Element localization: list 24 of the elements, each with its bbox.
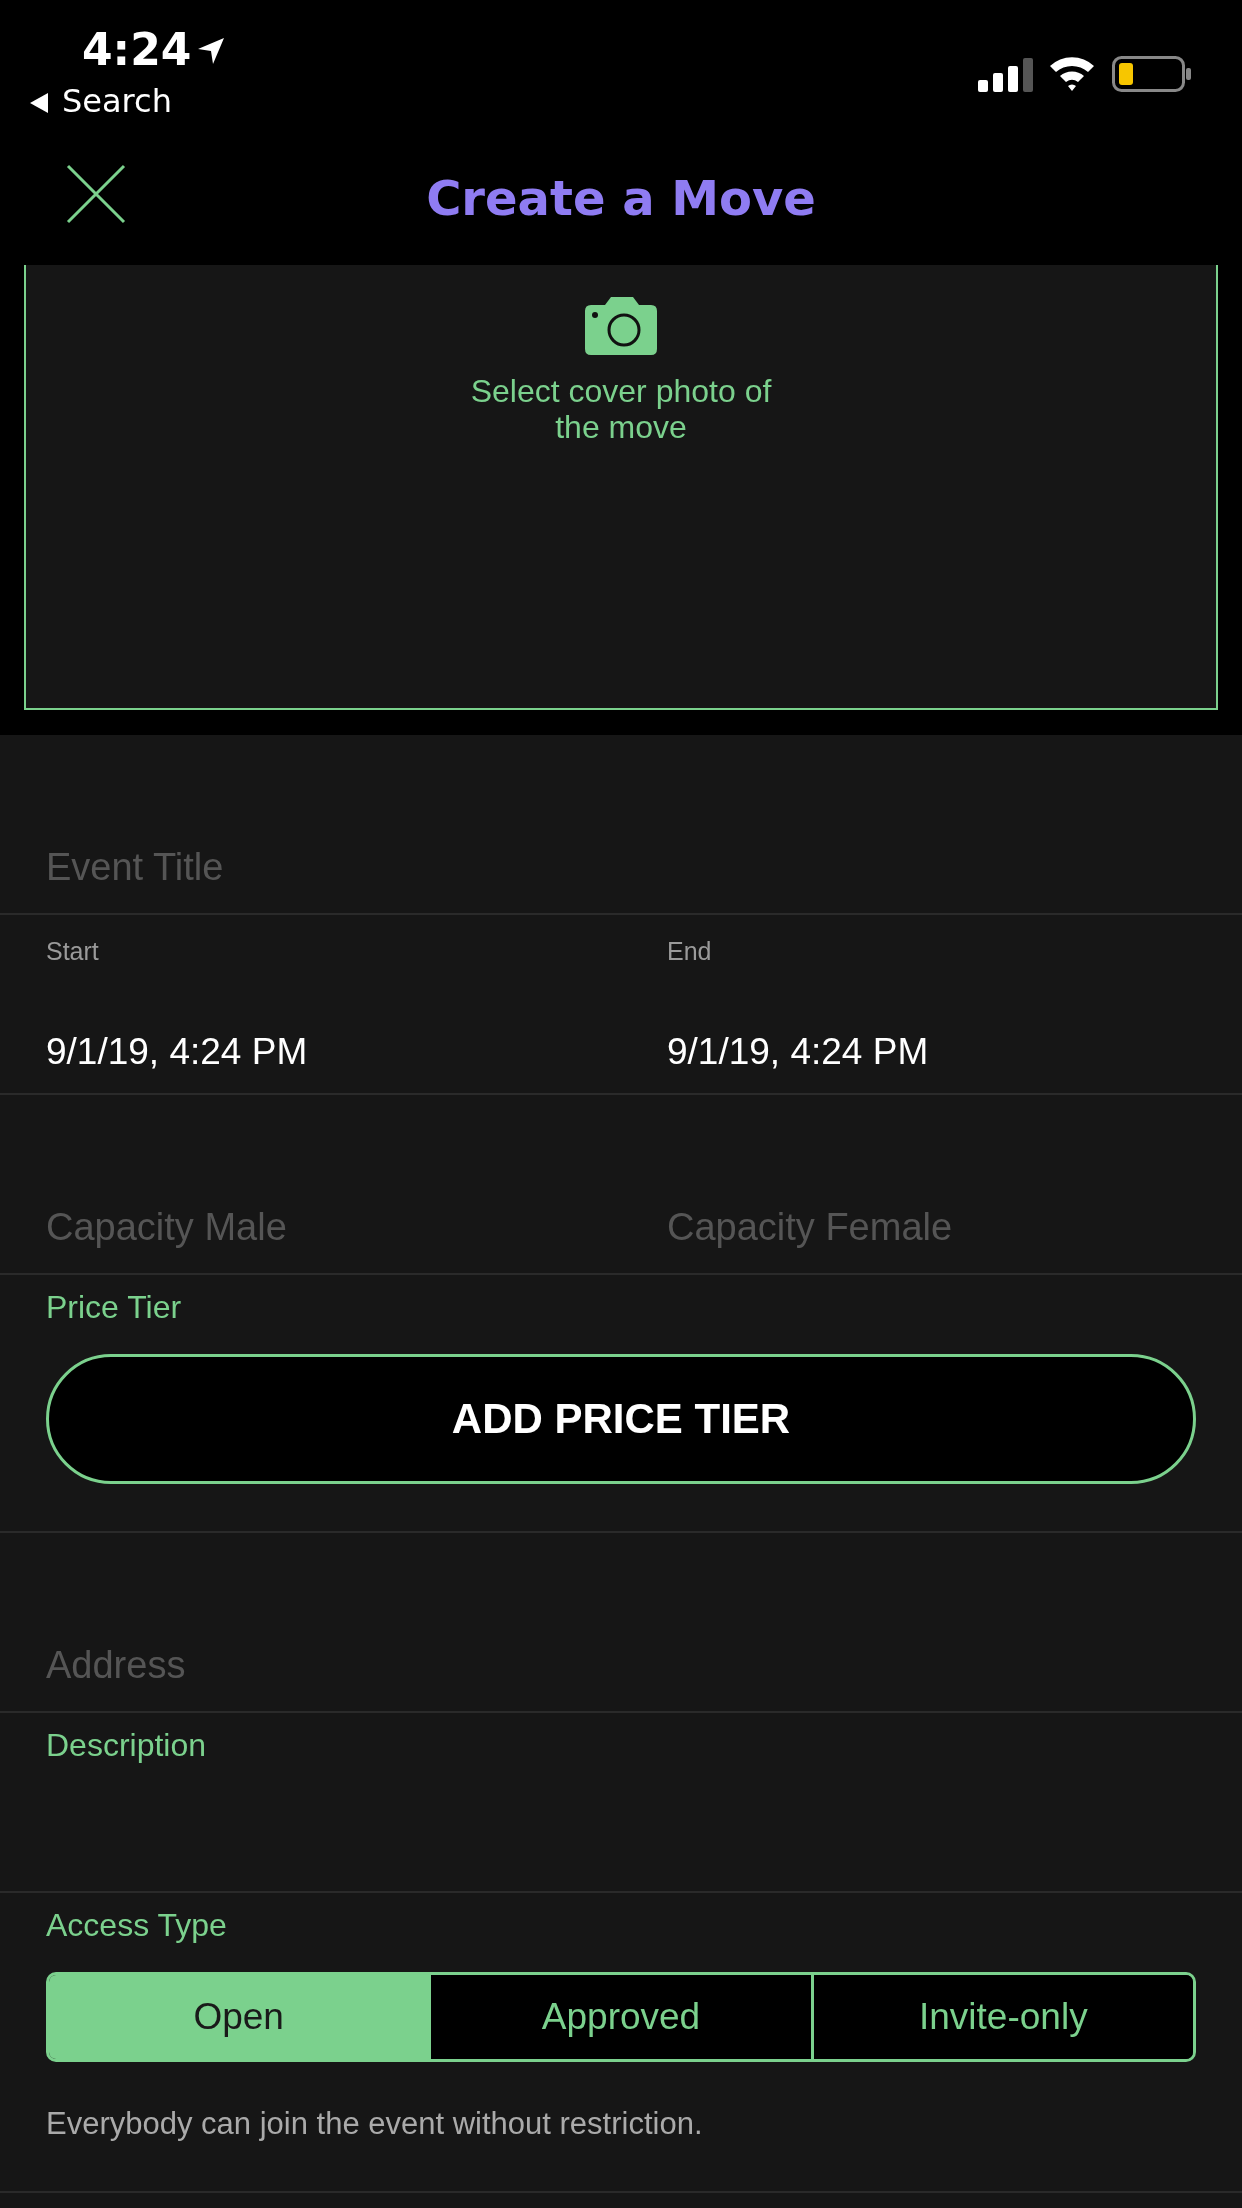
screen-title: Create a Move <box>426 169 816 226</box>
access-type-label: Access Type <box>46 1907 228 1944</box>
status-time: 4:24 <box>82 24 192 75</box>
camera-icon <box>583 295 659 357</box>
wifi-icon <box>1048 54 1096 92</box>
close-icon[interactable] <box>66 164 126 224</box>
access-type-option[interactable]: Open <box>49 1975 429 2059</box>
cover-photo-label: Select cover photo of the move <box>469 373 773 445</box>
signal-icon <box>978 58 1036 92</box>
start-label: Start <box>46 937 100 966</box>
description-label: Description <box>46 1727 208 1764</box>
cover-photo-picker[interactable]: Select cover photo of the move <box>24 265 1218 710</box>
back-arrow-icon[interactable] <box>28 92 50 114</box>
access-type-option[interactable]: Approved <box>428 1975 811 2059</box>
end-label: End <box>667 937 713 966</box>
price-tier-label: Price Tier <box>46 1289 183 1326</box>
start-date-field[interactable]: 9/1/19, 4:24 PM <box>46 1031 621 1073</box>
battery-icon <box>1112 56 1192 92</box>
back-link[interactable]: Search <box>62 82 172 120</box>
end-date-field[interactable]: 9/1/19, 4:24 PM <box>667 1031 1242 1073</box>
location-arrow-icon <box>196 36 226 66</box>
access-type-note: Everybody can join the event without restriction. <box>46 2106 704 2142</box>
add-price-tier-button[interactable]: ADD PRICE TIER <box>46 1354 1196 1484</box>
access-type-option[interactable]: Invite-only <box>810 1975 1193 2059</box>
